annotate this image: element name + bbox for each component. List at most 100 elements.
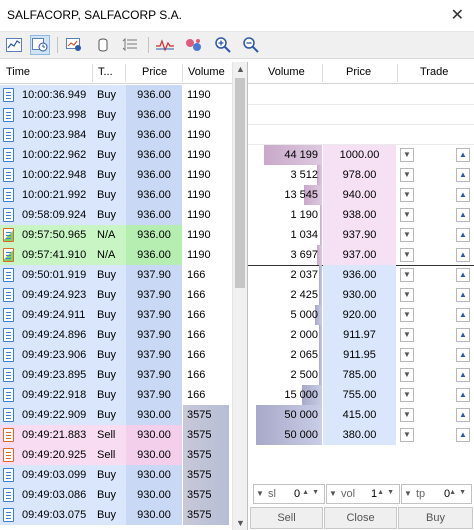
table-row[interactable]: 09:49:24.896 Buy 937.90 166 — [0, 325, 232, 345]
table-row[interactable]: 09:49:24.923 Buy 937.90 166 — [0, 285, 232, 305]
buy-button[interactable]: Buy — [398, 507, 473, 529]
chevron-down-icon[interactable]: ▼ — [400, 428, 414, 442]
table-row[interactable]: 09:49:21.883 Sell 930.00 3575 — [0, 425, 232, 445]
table-row[interactable]: 09:58:09.924 Buy 936.00 1190 — [0, 205, 232, 225]
chevron-up-icon[interactable]: ▲ — [456, 368, 470, 382]
window-title: SALFACORP, SALFACORP S.A. — [7, 8, 182, 22]
chevron-up-icon[interactable]: ▲ — [456, 168, 470, 182]
chevron-up-icon[interactable]: ▲ — [456, 288, 470, 302]
column-volume[interactable]: Volume — [188, 66, 225, 78]
ask-row[interactable]: 3 697 937.00 ▼ ▲ — [248, 245, 474, 265]
chevron-down-icon[interactable]: ▼ — [400, 328, 414, 342]
stepper-arrows-icon[interactable]: ▲▼ — [449, 489, 469, 496]
signal-icon[interactable] — [155, 35, 175, 55]
tick-type: Buy — [93, 385, 126, 405]
table-row[interactable]: 09:49:03.075 Buy 930.00 3575 — [0, 505, 232, 525]
sell-button[interactable]: Sell — [250, 507, 323, 529]
chevron-up-icon[interactable]: ▲ — [456, 328, 470, 342]
table-row[interactable]: 09:57:41.910 N/A 936.00 1190 — [0, 245, 232, 265]
sl-stepper[interactable]: ▼ sl 0 ▲▼ — [253, 484, 325, 504]
chevron-down-icon[interactable]: ▼ — [400, 248, 414, 262]
table-row[interactable]: 09:49:03.099 Buy 930.00 3575 — [0, 465, 232, 485]
chevron-up-icon[interactable]: ▲ — [456, 388, 470, 402]
chevron-up-icon[interactable]: ▲ — [456, 248, 470, 262]
column-type[interactable]: T... — [98, 66, 113, 78]
close-button[interactable]: Close — [324, 507, 397, 529]
scroll-thumb[interactable] — [235, 78, 245, 288]
bid-row[interactable]: 2 425 930.00 ▼ ▲ — [248, 285, 474, 305]
vertical-scrollbar[interactable]: ▲ ▼ — [232, 62, 247, 530]
chevron-down-icon[interactable]: ▼ — [400, 228, 414, 242]
chevron-up-icon[interactable]: ▲ — [456, 228, 470, 242]
table-row[interactable]: 09:49:20.925 Sell 930.00 3575 — [0, 445, 232, 465]
chevron-down-icon[interactable]: ▼ — [400, 208, 414, 222]
bid-row[interactable]: 5 000 920.00 ▼ ▲ — [248, 305, 474, 325]
chevron-down-icon[interactable]: ▼ — [400, 168, 414, 182]
chevron-down-icon[interactable]: ▼ — [400, 348, 414, 362]
chevron-up-icon[interactable]: ▲ — [456, 208, 470, 222]
table-row[interactable]: 09:49:22.909 Buy 930.00 3575 — [0, 405, 232, 425]
chevron-up-icon[interactable]: ▲ — [456, 408, 470, 422]
table-row[interactable]: 09:49:23.906 Buy 937.90 166 — [0, 345, 232, 365]
chevron-down-icon[interactable]: ▼ — [256, 489, 264, 498]
column-price[interactable]: Price — [142, 66, 167, 78]
chevron-down-icon[interactable]: ▼ — [404, 489, 412, 498]
chevron-up-icon[interactable]: ▲ — [456, 348, 470, 362]
bid-row[interactable]: 2 000 911.97 ▼ ▲ — [248, 325, 474, 345]
scroll-down-icon[interactable]: ▼ — [236, 518, 245, 528]
chevron-up-icon[interactable]: ▲ — [456, 268, 470, 282]
table-row[interactable]: 10:00:21.992 Buy 936.00 1190 — [0, 185, 232, 205]
chevron-up-icon[interactable]: ▲ — [456, 148, 470, 162]
chevron-up-icon[interactable]: ▲ — [456, 188, 470, 202]
chevron-down-icon[interactable]: ▼ — [400, 288, 414, 302]
bubbles-icon[interactable] — [184, 35, 204, 55]
column-time[interactable]: Time — [6, 66, 30, 78]
bid-row[interactable]: 2 065 911.95 ▼ ▲ — [248, 345, 474, 365]
chevron-down-icon[interactable]: ▼ — [400, 388, 414, 402]
chevron-down-icon[interactable]: ▼ — [400, 268, 414, 282]
zoom-in-icon[interactable] — [213, 35, 233, 55]
stepper-arrows-icon[interactable]: ▲▼ — [377, 489, 397, 496]
chevron-up-icon[interactable]: ▲ — [456, 308, 470, 322]
time-sales-icon[interactable] — [30, 35, 50, 55]
ask-row[interactable]: 1 190 938.00 ▼ ▲ — [248, 205, 474, 225]
volume-stepper[interactable]: ▼ vol 1 ▲▼ — [326, 484, 400, 504]
table-row[interactable]: 09:50:01.919 Buy 937.90 166 — [0, 265, 232, 285]
chevron-up-icon[interactable]: ▲ — [456, 428, 470, 442]
ask-row[interactable]: 13 545 940.00 ▼ ▲ — [248, 185, 474, 205]
chevron-down-icon[interactable]: ▼ — [400, 188, 414, 202]
ask-row[interactable]: 1 034 937.90 ▼ ▲ — [248, 225, 474, 245]
table-row[interactable]: 10:00:22.962 Buy 936.00 1190 — [0, 145, 232, 165]
table-row[interactable]: 09:49:24.911 Buy 937.90 166 — [0, 305, 232, 325]
table-row[interactable]: 10:00:23.998 Buy 936.00 1190 — [0, 105, 232, 125]
table-row[interactable]: 10:00:36.949 Buy 936.00 1190 — [0, 85, 232, 105]
ask-row[interactable]: 3 512 978.00 ▼ ▲ — [248, 165, 474, 185]
table-row[interactable]: 09:49:03.086 Buy 930.00 3575 — [0, 485, 232, 505]
chevron-down-icon[interactable]: ▼ — [400, 148, 414, 162]
chevron-down-icon[interactable]: ▼ — [329, 489, 337, 498]
bid-row[interactable]: 50 000 415.00 ▼ ▲ — [248, 405, 474, 425]
stepper-arrows-icon[interactable]: ▲▼ — [302, 489, 322, 496]
chevron-down-icon[interactable]: ▼ — [400, 408, 414, 422]
zoom-out-icon[interactable] — [241, 35, 261, 55]
close-icon[interactable]: ✕ — [451, 5, 464, 25]
chart-icon[interactable] — [4, 35, 24, 55]
history-icon[interactable] — [64, 35, 84, 55]
table-row[interactable]: 10:00:22.948 Buy 936.00 1190 — [0, 165, 232, 185]
table-row[interactable]: 09:49:22.918 Buy 937.90 166 — [0, 385, 232, 405]
bid-row[interactable]: 15 000 755.00 ▼ ▲ — [248, 385, 474, 405]
bid-row[interactable]: 2 500 785.00 ▼ ▲ — [248, 365, 474, 385]
tp-stepper[interactable]: ▼ tp 0 ▲▼ — [401, 484, 472, 504]
table-row[interactable]: 09:57:50.965 N/A 936.00 1190 — [0, 225, 232, 245]
table-row[interactable]: 09:49:23.895 Buy 937.90 166 — [0, 365, 232, 385]
bid-row[interactable]: 50 000 380.00 ▼ ▲ — [248, 425, 474, 445]
sl-value[interactable]: 0 — [294, 488, 300, 500]
chevron-down-icon[interactable]: ▼ — [400, 308, 414, 322]
ask-row[interactable]: 44 199 1000.00 ▼ ▲ — [248, 145, 474, 165]
list-settings-icon[interactable] — [120, 35, 140, 55]
table-row[interactable]: 10:00:23.984 Buy 936.00 1190 — [0, 125, 232, 145]
bid-row[interactable]: 2 037 936.00 ▼ ▲ — [248, 265, 474, 285]
scroll-up-icon[interactable]: ▲ — [236, 64, 245, 74]
cylinder-icon[interactable] — [93, 35, 113, 55]
chevron-down-icon[interactable]: ▼ — [400, 368, 414, 382]
